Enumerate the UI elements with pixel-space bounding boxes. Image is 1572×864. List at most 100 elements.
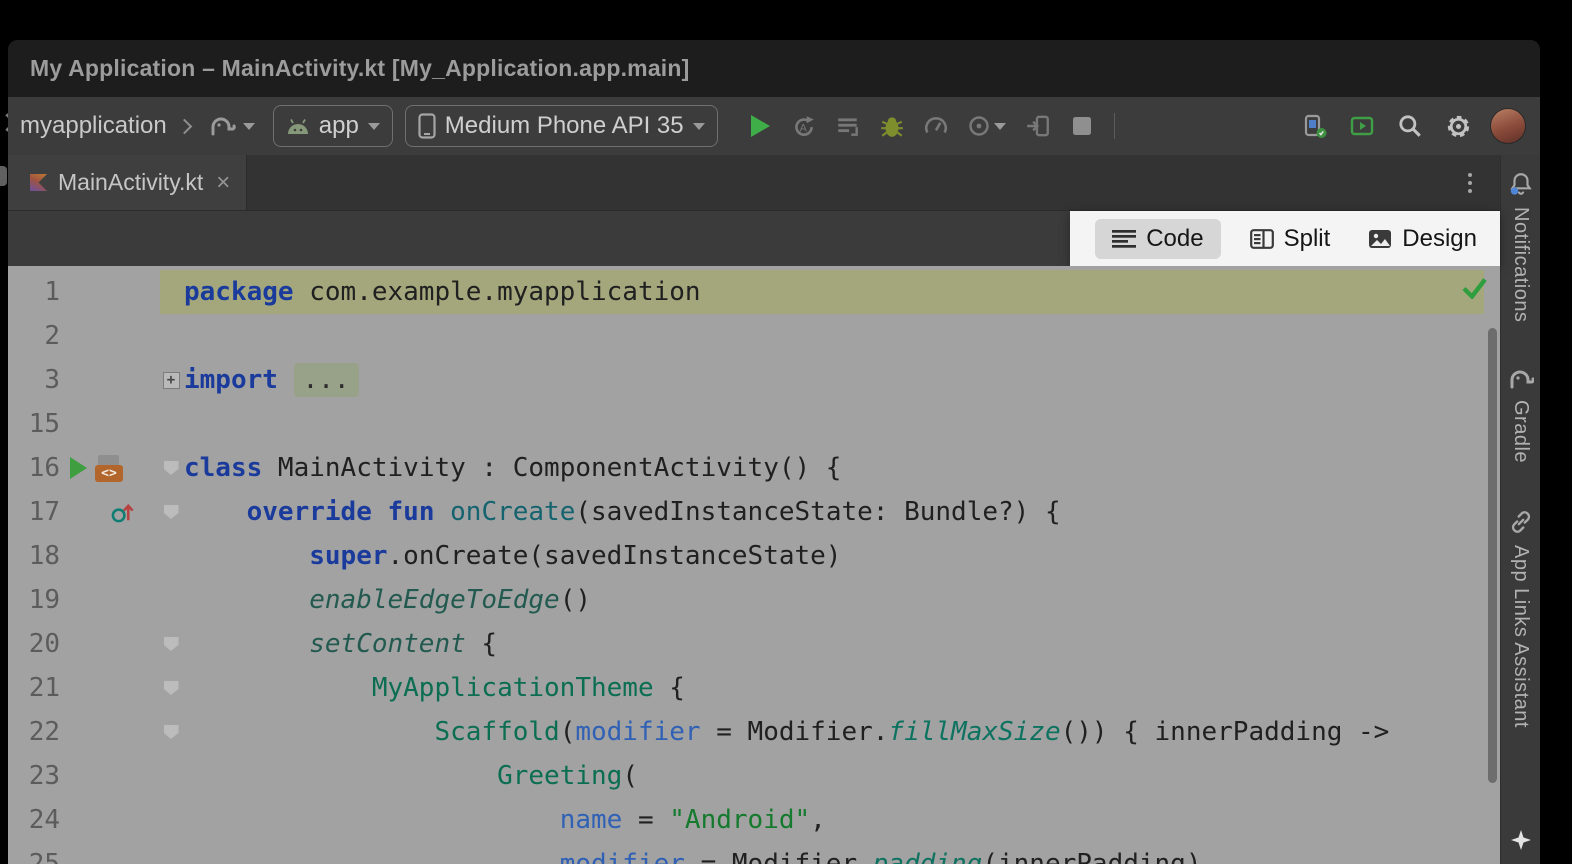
code-text[interactable]: class MainActivity : ComponentActivity()…: [182, 446, 1484, 490]
profile-or-debug-button[interactable]: [964, 110, 1010, 142]
fold-column: [160, 754, 182, 798]
android-studio-window: My Application – MainActivity.kt [My_App…: [8, 40, 1540, 864]
code-line[interactable]: 15: [8, 402, 1500, 446]
user-avatar[interactable]: [1490, 108, 1526, 144]
fold-column: [160, 402, 182, 446]
code-text[interactable]: modifier = Modifier.padding(innerPadding…: [182, 842, 1484, 864]
inspections-ok-icon[interactable]: [1461, 276, 1488, 299]
toolwindow-notifications[interactable]: Notifications: [1508, 171, 1534, 322]
compose-activity-gutter-icon[interactable]: <>: [95, 455, 125, 482]
code-line[interactable]: 16 <> class MainActivity : ComponentActivi…: [8, 446, 1500, 490]
code-line[interactable]: 22 Scaffold(modifier = Modifier.fillMaxS…: [8, 710, 1500, 754]
code-text[interactable]: override fun onCreate(savedInstanceState…: [182, 490, 1484, 534]
code-editor[interactable]: 1package com.example.myapplication23+imp…: [8, 266, 1500, 864]
chevron-down-icon: [243, 123, 255, 130]
breadcrumb-chevron-icon: [176, 118, 192, 134]
folded-imports-badge[interactable]: ...: [294, 363, 359, 397]
toolwindow-gradle[interactable]: Gradle: [1508, 368, 1534, 463]
override-method-gutter-icon[interactable]: [110, 500, 135, 525]
app-links-icon: [1508, 509, 1534, 535]
line-number: 17: [8, 490, 60, 534]
code-text[interactable]: setContent {: [182, 622, 1484, 666]
left-toolwindow-tick[interactable]: [0, 166, 7, 186]
main-area: MainActivity.kt × Code Split: [8, 155, 1540, 864]
toolbar-right-group: [1298, 108, 1526, 144]
profiler-button[interactable]: [920, 110, 952, 142]
fold-column: [160, 798, 182, 842]
search-everywhere-button[interactable]: [1394, 110, 1426, 142]
tab-mainactivity[interactable]: MainActivity.kt ×: [8, 155, 247, 210]
code-line[interactable]: 17 override fun onCreate(savedInstanceSt…: [8, 490, 1500, 534]
code-text[interactable]: Scaffold(modifier = Modifier.fillMaxSize…: [182, 710, 1484, 754]
run-button[interactable]: [744, 110, 776, 142]
attach-debugger-button[interactable]: [1022, 110, 1054, 142]
gutter-icons: [60, 710, 160, 754]
code-text[interactable]: super.onCreate(savedInstanceState): [182, 534, 1484, 578]
run-play-icon: [748, 113, 772, 139]
stop-button[interactable]: [1066, 110, 1098, 142]
run-config-select[interactable]: app: [273, 105, 393, 147]
debug-bug-icon: [879, 113, 905, 139]
gutter-icons: [60, 534, 160, 578]
tab-options-menu[interactable]: [1462, 167, 1478, 199]
code-line[interactable]: 2: [8, 314, 1500, 358]
code-line[interactable]: 19 enableEdgeToEdge(): [8, 578, 1500, 622]
toolbar-divider: [1114, 113, 1115, 139]
code-line[interactable]: 18 super.onCreate(savedInstanceState): [8, 534, 1500, 578]
gutter-icons: [60, 666, 160, 710]
apply-changes-button[interactable]: A: [788, 110, 820, 142]
search-icon: [1397, 113, 1423, 139]
notifications-bell-icon: [1508, 171, 1534, 197]
apply-code-changes-button[interactable]: [832, 110, 864, 142]
window-title: My Application – MainActivity.kt [My_App…: [30, 55, 690, 82]
fold-collapse-icon[interactable]: [164, 461, 179, 475]
fold-collapse-icon[interactable]: [164, 681, 179, 695]
fold-collapse-icon[interactable]: [164, 505, 179, 519]
fold-collapse-icon[interactable]: [164, 725, 179, 739]
settings-button[interactable]: [1442, 110, 1474, 142]
device-select[interactable]: Medium Phone API 35: [405, 105, 718, 147]
device-manager-button[interactable]: [1298, 110, 1330, 142]
editor-scrollbar[interactable]: [1488, 328, 1497, 783]
kotlin-file-icon: [30, 174, 47, 191]
code-line[interactable]: 24 name = "Android",: [8, 798, 1500, 842]
gutter-icons: [60, 622, 160, 666]
mode-code-button[interactable]: Code: [1095, 219, 1220, 259]
debug-button[interactable]: [876, 110, 908, 142]
running-devices-button[interactable]: [1346, 110, 1378, 142]
gemini-sparkle-icon[interactable]: [1509, 828, 1533, 852]
fold-expand-icon[interactable]: +: [163, 372, 180, 389]
fold-collapse-icon[interactable]: [164, 637, 179, 651]
code-text[interactable]: name = "Android",: [182, 798, 1484, 842]
mode-design-button[interactable]: Design: [1359, 219, 1486, 259]
code-line[interactable]: 1package com.example.myapplication: [8, 270, 1500, 314]
code-text[interactable]: MyApplicationTheme {: [182, 666, 1484, 710]
code-text[interactable]: [182, 402, 1484, 446]
code-view-icon: [1112, 229, 1136, 248]
code-text[interactable]: [182, 314, 1484, 358]
gutter-icons: [60, 402, 160, 446]
code-line[interactable]: 23 Greeting(: [8, 754, 1500, 798]
code-text[interactable]: Greeting(: [182, 754, 1484, 798]
project-breadcrumb[interactable]: myapplication: [20, 112, 167, 140]
android-icon: [286, 118, 310, 135]
fold-column: [160, 446, 182, 490]
code-text[interactable]: package com.example.myapplication: [182, 270, 1484, 314]
code-line[interactable]: 25 modifier = Modifier.padding(innerPadd…: [8, 842, 1500, 864]
code-line[interactable]: 21 MyApplicationTheme {: [8, 666, 1500, 710]
line-number: 16: [8, 446, 60, 490]
code-text[interactable]: import ...: [182, 358, 1484, 402]
gear-icon: [1445, 113, 1472, 140]
gutter-icons: [60, 358, 160, 402]
gutter-icons: [60, 578, 160, 622]
toolwindow-label: App Links Assistant: [1509, 545, 1532, 728]
editor-column: MainActivity.kt × Code Split: [8, 155, 1500, 864]
code-line[interactable]: 3+import ...: [8, 358, 1500, 402]
toolwindow-app-links[interactable]: App Links Assistant: [1508, 509, 1534, 728]
code-text[interactable]: enableEdgeToEdge(): [182, 578, 1484, 622]
run-class-gutter-icon[interactable]: [70, 457, 87, 479]
tab-close-icon[interactable]: ×: [216, 171, 230, 195]
code-line[interactable]: 20 setContent {: [8, 622, 1500, 666]
mode-split-button[interactable]: Split: [1241, 219, 1340, 259]
gradle-sync-button[interactable]: [202, 111, 261, 141]
